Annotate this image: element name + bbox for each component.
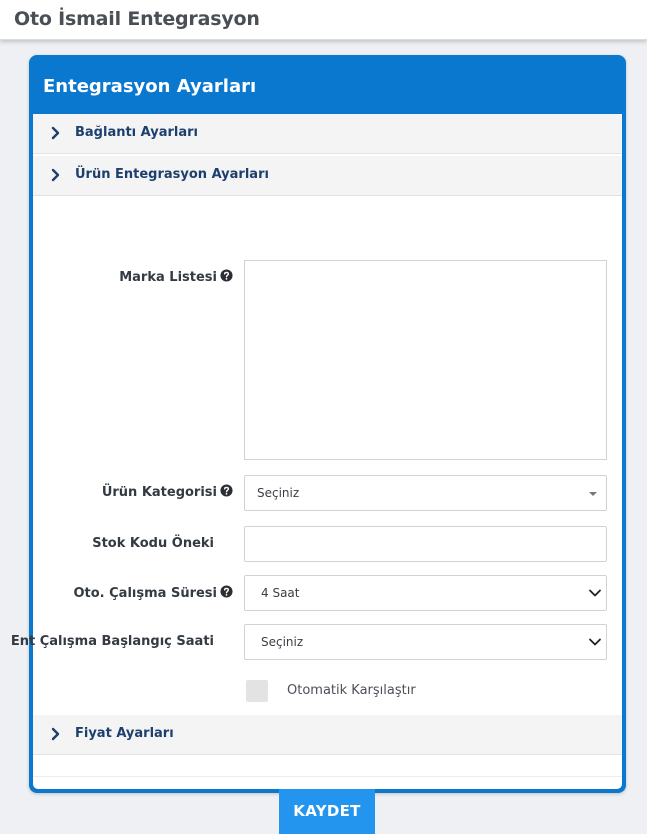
accordion-connection-label: Bağlantı Ayarları	[75, 125, 199, 140]
accordion-product-settings[interactable]: Ürün Entegrasyon Ayarları	[33, 156, 622, 196]
chevron-right-icon	[51, 727, 60, 741]
category-select[interactable]: Seçiniz	[244, 475, 607, 511]
auto-compare-label[interactable]: Otomatik Karşılaştır	[287, 683, 416, 698]
start-time-select[interactable]: Seçiniz	[244, 624, 607, 660]
help-icon[interactable]	[220, 585, 233, 598]
top-bar: Oto İsmail Entegrasyon	[0, 0, 647, 40]
save-button[interactable]: KAYDET	[279, 789, 375, 834]
accordion-price-settings[interactable]: Fiyat Ayarları	[33, 715, 622, 755]
chevron-right-icon	[51, 126, 60, 140]
auto-compare-checkbox[interactable]	[246, 680, 268, 702]
caret-down-icon	[589, 492, 597, 496]
help-icon[interactable]	[220, 484, 233, 497]
panel-title: Entegrasyon Ayarları	[43, 76, 257, 97]
chevron-down-icon	[589, 638, 601, 646]
accordion-price-label: Fiyat Ayarları	[75, 726, 174, 741]
stock-prefix-input[interactable]	[244, 526, 607, 562]
category-label: Ürün Kategorisi	[101, 485, 217, 500]
footer-divider	[33, 776, 622, 777]
chevron-right-icon	[51, 168, 60, 182]
stock-prefix-label: Stok Kodu Öneki	[92, 536, 214, 551]
auto-run-label-wrap: Oto. Çalışma Süresi	[73, 585, 233, 601]
accordion-product-label: Ürün Entegrasyon Ayarları	[75, 167, 269, 182]
brand-list-label-wrap: Marka Listesi	[119, 269, 233, 285]
brand-list-label: Marka Listesi	[119, 270, 217, 285]
panel-body: Bağlantı Ayarları Ürün Entegrasyon Ayarl…	[11, 114, 622, 834]
integration-panel: Entegrasyon Ayarları Bağlantı Ayarları Ü…	[11, 55, 626, 834]
chevron-down-icon	[589, 589, 601, 597]
start-time-label: Ent Çalışma Başlangıç Saati	[10, 634, 214, 649]
accordion-connection-settings[interactable]: Bağlantı Ayarları	[33, 114, 622, 154]
auto-run-select[interactable]: 4 Saat	[244, 575, 607, 611]
help-icon[interactable]	[220, 269, 233, 282]
page-title: Oto İsmail Entegrasyon	[14, 8, 260, 30]
start-time-selected-value: Seçiniz	[261, 635, 304, 649]
category-selected-value: Seçiniz	[257, 486, 300, 500]
auto-run-selected-value: 4 Saat	[261, 586, 300, 600]
brand-list-textarea[interactable]	[244, 260, 607, 460]
auto-run-label: Oto. Çalışma Süresi	[73, 586, 217, 601]
category-label-wrap: Ürün Kategorisi	[102, 484, 233, 500]
